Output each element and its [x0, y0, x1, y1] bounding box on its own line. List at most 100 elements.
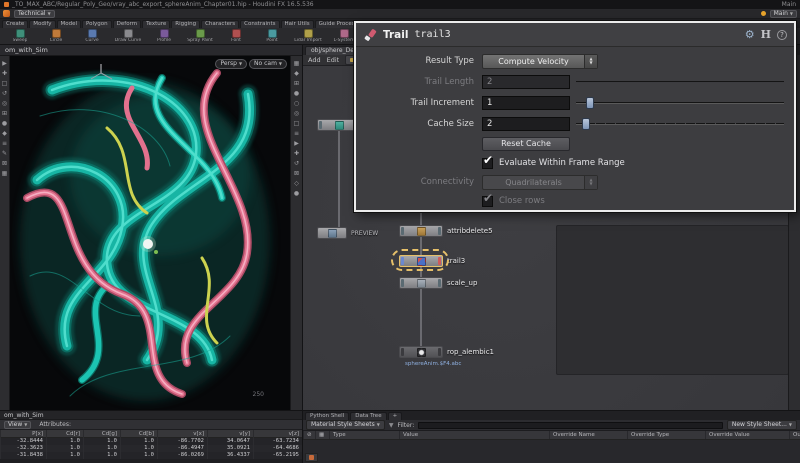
shelf-tab[interactable]: Hair Utils — [281, 20, 314, 28]
tab-python-shell[interactable]: Python Shell — [305, 412, 349, 420]
shelf-tab[interactable]: Polygon — [82, 20, 112, 28]
trail-increment-slider[interactable] — [576, 96, 784, 110]
column-header[interactable]: Cd[b] — [120, 430, 157, 438]
node-flag-left[interactable] — [401, 279, 404, 287]
column-header[interactable]: Value — [399, 431, 549, 439]
network-edit-menu[interactable]: Edit — [327, 56, 340, 64]
box-tool-icon[interactable]: □ — [2, 81, 8, 87]
camera-select-button[interactable]: No cam ▼ — [249, 59, 287, 69]
shelf-tool[interactable]: Spray Paint — [183, 29, 217, 43]
light-icon[interactable]: ◎ — [294, 111, 299, 117]
column-header[interactable]: Override Value — [705, 431, 789, 439]
menu-icon[interactable]: ≡ — [294, 131, 299, 137]
table-row[interactable]: -32.8444 1.0 1.0 1.0 -86.7702 34.0647 -6… — [0, 438, 302, 445]
trail-increment-field[interactable]: 1 — [482, 96, 570, 110]
column-header[interactable]: P[x] — [0, 430, 46, 438]
pattern-tool-icon[interactable]: ▦ — [2, 171, 8, 177]
persp-button[interactable]: Persp ▼ — [215, 59, 247, 69]
node-body[interactable] — [399, 255, 443, 267]
grid-icon[interactable]: ⊞ — [294, 81, 299, 87]
shelf-tool[interactable]: Draw Curve — [111, 29, 145, 43]
snap-icon[interactable]: ◆ — [294, 71, 299, 77]
add-tab-button[interactable]: + — [388, 412, 403, 420]
trail-length-field[interactable]: 2 — [482, 75, 570, 89]
viewport-canvas[interactable]: Persp ▼ No cam ▼ 250 — [10, 56, 290, 410]
table-row[interactable]: -32.3623 1.0 1.0 1.0 -86.4947 35.0921 -6… — [0, 445, 302, 452]
add-icon[interactable]: ✚ — [294, 151, 299, 157]
square-icon[interactable]: □ — [294, 121, 300, 127]
node-flag-left[interactable] — [319, 121, 322, 129]
material-stylesheets-tab[interactable]: Material Style Sheets ▼ — [306, 420, 385, 430]
reset-cache-button[interactable]: Reset Cache — [482, 137, 570, 151]
result-type-dropdown[interactable]: Compute Velocity ▲▼ — [482, 54, 598, 69]
table-row[interactable]: -31.8438 1.0 1.0 1.0 -86.0269 36.4337 -6… — [0, 452, 302, 459]
diamond-tool-icon[interactable]: ◆ — [2, 131, 7, 137]
layout-icon[interactable]: ▦ — [294, 61, 300, 67]
help-icon[interactable]: ? — [777, 30, 787, 40]
menu-tool-icon[interactable]: ≡ — [2, 141, 7, 147]
cache-size-slider[interactable] — [576, 117, 784, 131]
shelf-tab[interactable]: Characters — [201, 20, 239, 28]
column-header[interactable]: v[z] — [253, 430, 302, 438]
wire-icon[interactable]: ○ — [294, 101, 299, 107]
node-flag-right[interactable] — [438, 227, 441, 235]
node-rop-alembic1[interactable]: rop_alembic1 sphereAnim.$F4.abc — [399, 346, 494, 358]
diamond2-icon[interactable]: ◇ — [294, 181, 299, 187]
shelf-tool[interactable]: Profile — [147, 29, 181, 43]
node-attribdelete5[interactable]: attribdelete5 — [399, 225, 493, 237]
dot-tool-icon[interactable]: ● — [2, 121, 7, 127]
node-body[interactable] — [399, 225, 443, 237]
shelf-tool[interactable]: Circle — [39, 29, 73, 43]
node-body[interactable] — [399, 277, 443, 289]
spreadsheet-view-dropdown[interactable]: View ▼ — [4, 421, 31, 429]
houdini-help-logo-icon[interactable]: H — [761, 28, 771, 41]
column-header[interactable]: Type — [329, 431, 399, 439]
refresh-icon[interactable]: ↺ — [294, 161, 299, 167]
close-rows-checkbox[interactable]: ✔ — [482, 196, 493, 207]
node-flag-left[interactable] — [401, 257, 404, 265]
node-body[interactable] — [399, 346, 443, 358]
dialog-header[interactable]: Trail trail3 ⚙ H ? — [356, 23, 794, 47]
node-flag-right[interactable] — [438, 348, 441, 356]
pencil-tool-icon[interactable]: ✎ — [2, 151, 7, 157]
column-header[interactable]: Cd[g] — [83, 430, 120, 438]
shelf-tool[interactable]: Sweep — [3, 29, 37, 43]
tab-data-tree[interactable]: Data Tree — [350, 412, 386, 420]
shelf-tab[interactable]: Modify — [29, 20, 55, 28]
shelf-tab[interactable]: Texture — [142, 20, 170, 28]
close-tool-icon[interactable]: ⊠ — [2, 161, 7, 167]
connectivity-dropdown[interactable]: Quadrilaterals ▲▼ — [482, 175, 598, 190]
node-scale-up[interactable]: scale_up — [399, 277, 477, 289]
houdini-logo-icon[interactable] — [3, 10, 10, 17]
select-tool-icon[interactable]: ▶ — [2, 61, 7, 67]
new-stylesheet-button[interactable]: New Style Sheet... ▼ — [727, 420, 797, 430]
spinner-arrows-icon[interactable]: ▲▼ — [584, 55, 597, 68]
shelf-set-dropdown[interactable]: Technical ▼ — [14, 10, 55, 18]
column-header[interactable]: Override Name — [549, 431, 627, 439]
close-icon[interactable]: ⊠ — [294, 171, 299, 177]
node-flag-right[interactable] — [438, 257, 441, 265]
dot2-icon[interactable]: ● — [294, 191, 299, 197]
play-icon[interactable]: ▶ — [294, 141, 299, 147]
column-header[interactable]: Cd[r] — [46, 430, 83, 438]
shelf-tab[interactable]: Rigging — [171, 20, 200, 28]
grid-tool-icon[interactable]: ⊞ — [2, 111, 7, 117]
column-header[interactable]: Output — [789, 431, 800, 439]
column-header[interactable]: Override Type — [627, 431, 705, 439]
shelf-tab[interactable]: Deform — [113, 20, 141, 28]
pane-corner-icon[interactable] — [305, 453, 318, 462]
node-flag-left[interactable] — [401, 348, 404, 356]
shade-icon[interactable]: ● — [294, 91, 299, 97]
move-tool-icon[interactable]: ✚ — [2, 71, 7, 77]
column-header[interactable]: v[x] — [157, 430, 207, 438]
shelf-tool[interactable]: Lidar Import — [291, 29, 325, 43]
viewport-pane-title[interactable]: om_with_Sim — [0, 45, 302, 56]
node-flag-left[interactable] — [401, 227, 404, 235]
network-add-menu[interactable]: Add — [308, 56, 321, 64]
evaluate-checkbox[interactable]: ✔ — [482, 158, 493, 169]
shelf-tool[interactable]: Point — [255, 29, 289, 43]
column-header[interactable]: v[y] — [207, 430, 253, 438]
axis-gizmo[interactable] — [88, 62, 114, 86]
shelf-tab[interactable]: Model — [57, 20, 82, 28]
target-tool-icon[interactable]: ◎ — [2, 101, 7, 107]
